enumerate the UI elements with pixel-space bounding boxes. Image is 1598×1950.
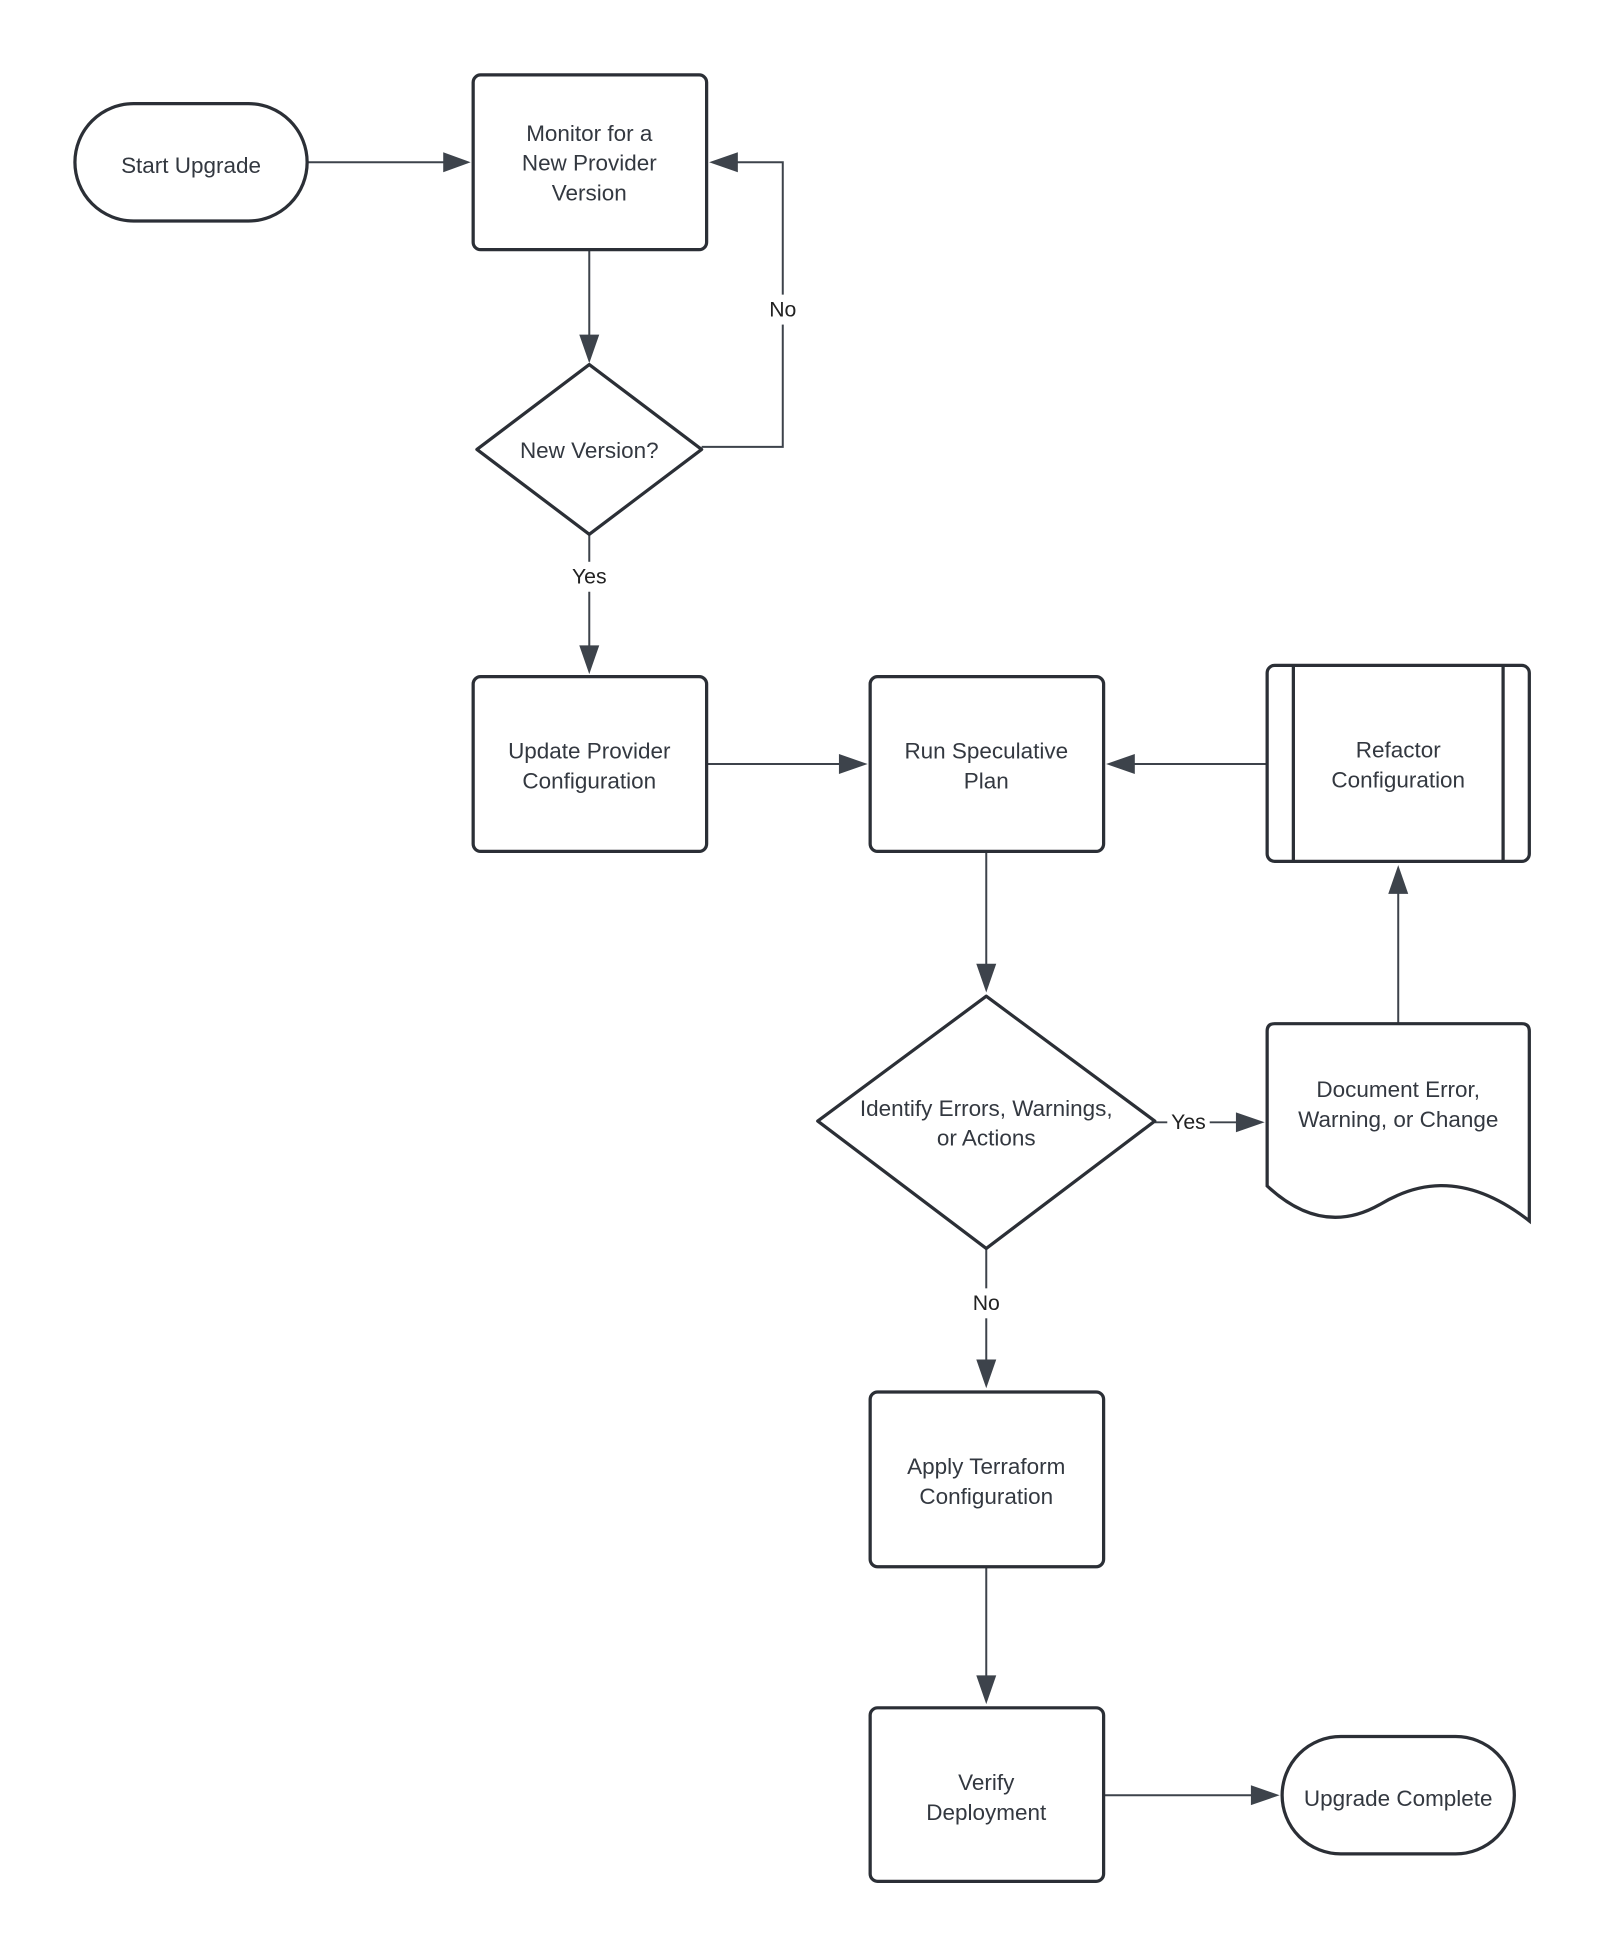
edge-label-yes: Yes xyxy=(1171,1111,1206,1134)
edge-identify-yes: Yes xyxy=(1154,1107,1265,1138)
edge-run-plan-to-identify xyxy=(976,851,997,993)
node-identify-decision: Identify Errors, Warnings, or Actions xyxy=(816,994,1157,1251)
edge-monitor-to-new-version xyxy=(579,249,600,364)
node-upgrade-complete: Upgrade Complete xyxy=(1280,1734,1516,1856)
svg-text:Plan: Plan xyxy=(964,769,1009,794)
svg-text:Warning, or Change: Warning, or Change xyxy=(1298,1107,1498,1132)
svg-text:Deployment: Deployment xyxy=(926,1800,1047,1825)
node-apply-terraform: Apply Terraform Configuration xyxy=(868,1390,1106,1569)
svg-text:Version: Version xyxy=(552,181,627,206)
edge-document-to-refactor xyxy=(1388,865,1409,1024)
edge-label-no: No xyxy=(973,1292,1000,1315)
edge-label-no: No xyxy=(769,298,796,321)
node-update-provider: Update Provider Configuration xyxy=(471,675,709,854)
svg-text:New Version?: New Version? xyxy=(520,438,659,463)
edge-verify-to-complete xyxy=(1103,1785,1280,1806)
edge-start-to-monitor xyxy=(307,152,471,173)
svg-text:Apply Terraform: Apply Terraform xyxy=(907,1454,1065,1479)
edge-identify-no: No xyxy=(967,1248,1005,1389)
svg-text:Update Provider: Update Provider xyxy=(508,739,671,764)
svg-text:Document Error,: Document Error, xyxy=(1316,1077,1480,1102)
node-verify-deployment: Verify Deployment xyxy=(868,1706,1106,1883)
edge-update-to-run-plan xyxy=(706,754,868,775)
edge-label-yes: Yes xyxy=(572,566,607,589)
node-run-speculative-plan: Run Speculative Plan xyxy=(868,675,1106,854)
node-refactor-configuration: Refactor Configuration xyxy=(1265,663,1531,864)
svg-text:Run Speculative: Run Speculative xyxy=(904,739,1068,764)
svg-text:Identify Errors, Warnings,: Identify Errors, Warnings, xyxy=(860,1096,1113,1121)
edge-new-version-no: No xyxy=(701,152,802,448)
node-monitor: Monitor for a New Provider Version xyxy=(471,73,709,252)
flowchart: No Yes Yes No Start Upgrade Monitor for … xyxy=(73,73,1531,1883)
svg-text:Monitor for a: Monitor for a xyxy=(526,121,653,146)
svg-text:New Provider: New Provider xyxy=(522,151,657,176)
svg-text:Refactor: Refactor xyxy=(1356,737,1441,762)
svg-text:Configuration: Configuration xyxy=(522,769,656,794)
edge-apply-to-verify xyxy=(976,1566,997,1705)
svg-text:Configuration: Configuration xyxy=(919,1484,1053,1509)
edge-refactor-to-run-plan xyxy=(1106,754,1268,775)
svg-text:Configuration: Configuration xyxy=(1331,767,1465,792)
edge-new-version-yes: Yes xyxy=(568,534,611,675)
svg-text:or Actions: or Actions xyxy=(937,1126,1036,1151)
node-new-version-decision: New Version? xyxy=(475,362,704,536)
svg-text:Verify: Verify xyxy=(958,1770,1015,1795)
node-start-upgrade: Start Upgrade xyxy=(73,101,309,223)
svg-text:Start Upgrade: Start Upgrade xyxy=(121,153,261,178)
node-document-error: Document Error, Warning, or Change xyxy=(1265,1022,1531,1225)
svg-text:Upgrade Complete: Upgrade Complete xyxy=(1304,1786,1493,1811)
